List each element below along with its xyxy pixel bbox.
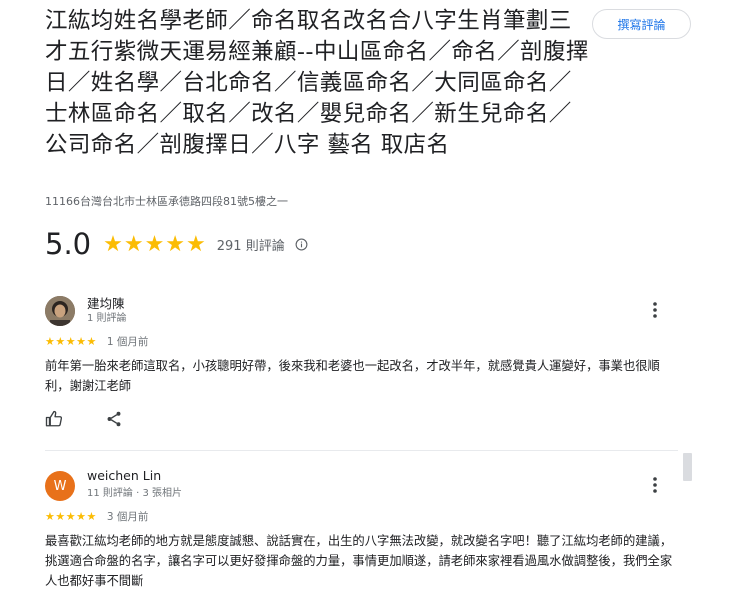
review-time: 3 個月前: [106, 511, 149, 523]
review-card: 建均陳 1 則評論 ★★★★★ 1 個月前 前年第一胎來老師這取名，小孩聰明好帶…: [45, 296, 675, 436]
thumb-up-icon[interactable]: [45, 410, 63, 428]
reviewer-name[interactable]: weichen Lin: [87, 468, 161, 483]
rating-stars: ★★★★★: [103, 231, 207, 257]
review-time: 1 個月前: [106, 336, 149, 348]
review-actions: [45, 410, 123, 428]
reviewer-meta: 1 則評論: [87, 313, 127, 324]
review-text: 前年第一胎來老師這取名，小孩聰明好帶，後來我和老婆也一起改名，才改半年，就感覺貴…: [45, 359, 660, 393]
more-vert-icon[interactable]: [647, 300, 663, 320]
review-stars: ★★★★★: [45, 510, 97, 523]
avatar[interactable]: [45, 296, 75, 326]
review-stars: ★★★★★: [45, 335, 97, 348]
review-rating: ★★★★★ 1 個月前: [45, 334, 148, 349]
reviewer-meta: 11 則評論 · 3 張相片: [87, 488, 182, 499]
place-title: 江紘均姓名學老師／命名取名改名合八字生肖筆劃三才五行紫微天運易經兼顧--中山區命…: [45, 8, 589, 158]
rating-summary: 5.0 ★★★★★ 291 則評論: [45, 226, 308, 262]
scrollbar-thumb[interactable]: [683, 453, 692, 481]
review-text: 最喜歡江紘均老師的地方就是態度誠懇、說話實在，出生的八字無法改變，就改變名字吧！…: [45, 534, 673, 588]
write-review-button[interactable]: 撰寫評論: [592, 9, 691, 39]
review-rating: ★★★★★ 3 個月前: [45, 509, 148, 524]
review-card: W weichen Lin 11 則評論 · 3 張相片 ★★★★★ 3 個月前…: [45, 468, 675, 588]
share-icon[interactable]: [105, 410, 123, 428]
review-divider: [45, 450, 678, 451]
more-vert-icon[interactable]: [647, 475, 663, 495]
avatar-photo-icon: [45, 296, 75, 326]
place-address: 11166台灣台北市士林區承德路四段81號5樓之一: [45, 195, 288, 208]
info-icon[interactable]: [295, 238, 308, 251]
review-count-link[interactable]: 291 則評論: [217, 235, 285, 254]
avatar[interactable]: W: [45, 471, 75, 501]
rating-value: 5.0: [45, 227, 92, 261]
